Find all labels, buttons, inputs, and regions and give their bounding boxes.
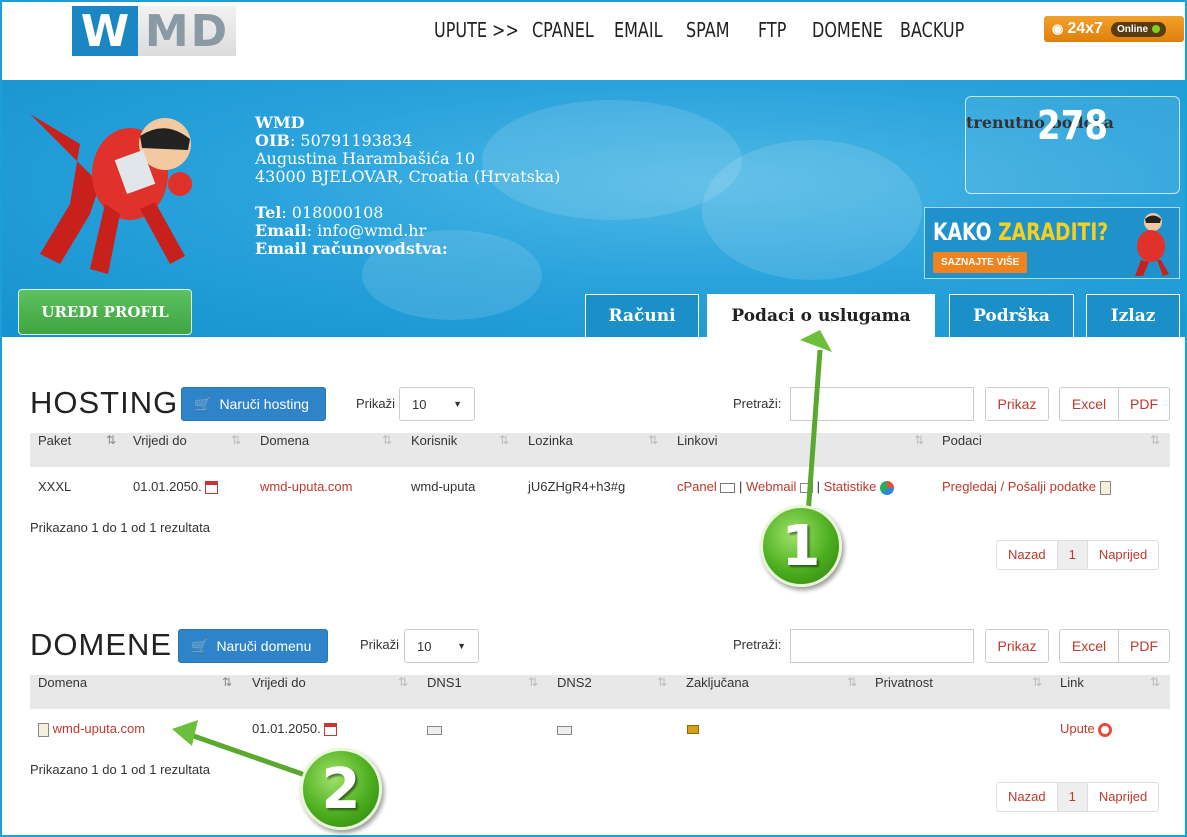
- arrow-to-domain: [184, 730, 306, 778]
- arrowhead-icon: [800, 330, 832, 352]
- annotation-badge-1: 1: [760, 505, 842, 587]
- annotation-arrows: [172, 330, 832, 778]
- annotation-badge-2: 2: [300, 748, 382, 830]
- arrow-to-tab: [805, 349, 823, 516]
- arrowhead-icon: [172, 720, 198, 746]
